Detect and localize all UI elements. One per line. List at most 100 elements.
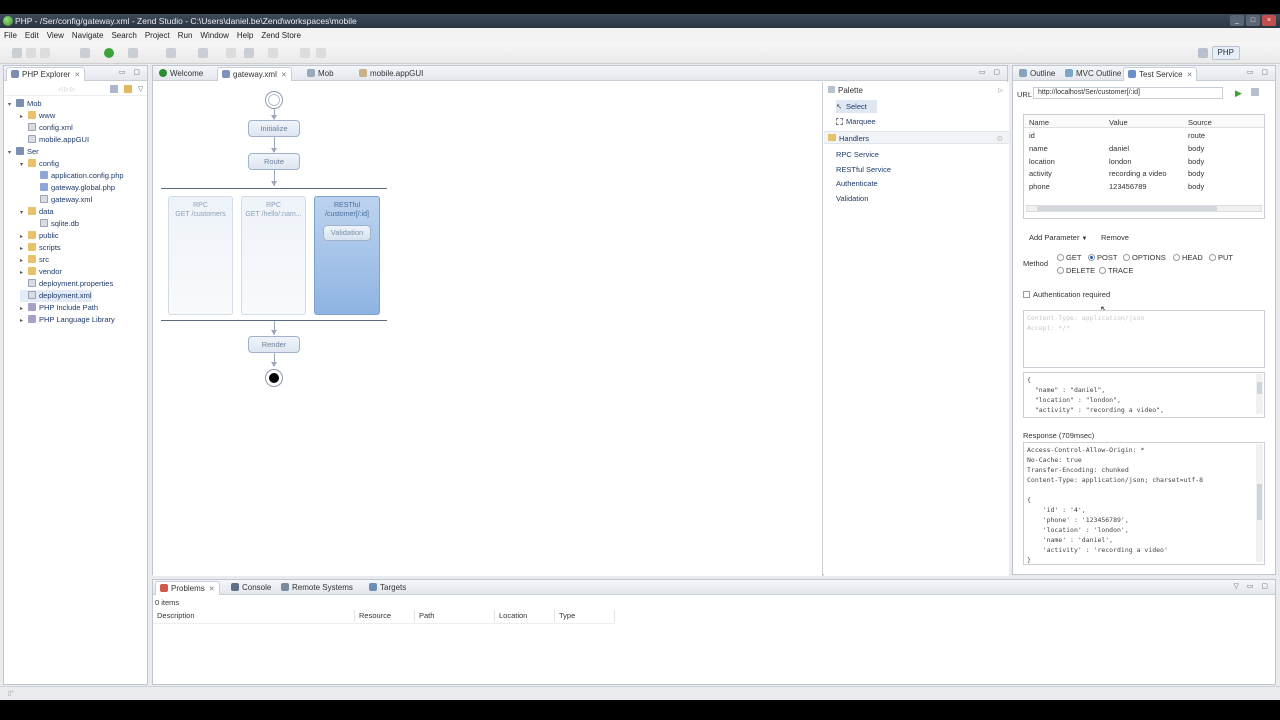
lane-rpc-hello[interactable]: RPC GET /hello/:nam... <box>241 196 306 315</box>
pin-icon[interactable] <box>198 48 208 58</box>
tree-item[interactable]: application.config.php <box>32 170 124 182</box>
tab-remote-systems[interactable]: Remote Systems <box>277 581 357 595</box>
close-icon[interactable]: ✕ <box>209 586 215 593</box>
tab-welcome[interactable]: Welcome <box>155 67 207 81</box>
palette-select-tool[interactable]: ↖ Select <box>836 100 877 113</box>
tree-item[interactable]: ▸ PHP Language Library <box>20 314 115 326</box>
param-source[interactable]: route <box>1188 131 1205 140</box>
maximize-button[interactable]: □ <box>1246 15 1260 26</box>
table-row[interactable]: phone 123456789 body <box>1024 180 1264 192</box>
tab-outline[interactable]: Outline <box>1015 67 1059 81</box>
method-post[interactable]: POST <box>1088 253 1117 262</box>
search-icon[interactable] <box>166 48 176 58</box>
checkbox[interactable] <box>1023 291 1030 298</box>
tree-item[interactable]: ▸ PHP Include Path <box>20 302 98 314</box>
minimize-maximize-icon[interactable]: ▭ ▢ <box>119 68 143 76</box>
param-value[interactable]: daniel <box>1109 144 1129 153</box>
debug-icon[interactable] <box>80 48 90 58</box>
tab-gateway-xml[interactable]: gateway.xml ✕ <box>217 67 292 81</box>
radio-post[interactable] <box>1088 254 1095 261</box>
view-menu-icon[interactable]: ▽ <box>138 85 143 93</box>
tree-item[interactable]: config.xml <box>20 122 73 134</box>
menu-zend-store[interactable]: Zend Store <box>257 31 305 40</box>
tree-item[interactable]: ▾ config <box>20 158 59 170</box>
url-field[interactable]: http://localhost/Ser/customer[/:id] <box>1033 87 1223 99</box>
method-get[interactable]: GET <box>1057 253 1081 262</box>
column-description[interactable]: Description <box>153 610 355 622</box>
lane-rpc-customers[interactable]: RPC GET /customers <box>168 196 233 315</box>
column-name[interactable]: Name <box>1029 118 1049 127</box>
end-node[interactable] <box>265 369 283 387</box>
expanded-icon[interactable]: ▾ <box>8 147 16 159</box>
forward-icon[interactable] <box>244 48 254 58</box>
save-all-icon[interactable] <box>40 48 50 58</box>
tree-item[interactable]: sqlite.db <box>32 218 79 230</box>
open-perspective-icon[interactable] <box>1197 47 1208 58</box>
add-parameter-button[interactable]: Add Parameter ▼ <box>1029 233 1088 242</box>
close-button[interactable]: × <box>1262 15 1276 26</box>
column-resource[interactable]: Resource <box>355 610 415 622</box>
param-source[interactable]: body <box>1188 157 1204 166</box>
scrollbar-thumb[interactable] <box>1257 382 1262 394</box>
column-source[interactable]: Source <box>1188 118 1212 127</box>
radio-put[interactable] <box>1209 254 1216 261</box>
param-name[interactable]: id <box>1029 131 1035 140</box>
tree-item[interactable]: ▸ public <box>20 230 59 242</box>
palette-rpc-service[interactable]: RPC Service <box>836 148 879 161</box>
menu-file[interactable]: File <box>0 31 21 40</box>
tab-php-explorer[interactable]: PHP Explorer ✕ <box>6 67 86 81</box>
remove-button[interactable]: Remove <box>1101 233 1129 242</box>
save-icon[interactable] <box>26 48 36 58</box>
close-icon[interactable]: ✕ <box>74 72 80 79</box>
palette-authenticate[interactable]: Authenticate <box>836 177 878 190</box>
next-icon[interactable] <box>268 48 278 58</box>
table-row[interactable]: location london body <box>1024 155 1264 167</box>
radio-delete[interactable] <box>1057 267 1064 274</box>
param-name[interactable]: activity <box>1029 169 1052 178</box>
scrollbar-thumb[interactable] <box>1037 206 1217 211</box>
radio-options[interactable] <box>1123 254 1130 261</box>
new-icon[interactable] <box>12 48 22 58</box>
column-location[interactable]: Location <box>495 610 555 622</box>
palette-restful-service[interactable]: RESTful Service <box>836 163 891 176</box>
tab-mob[interactable]: Mob <box>303 67 338 81</box>
tree-item[interactable]: ▾ data <box>20 206 54 218</box>
run-request-icon[interactable]: ▶ <box>1235 88 1242 99</box>
method-put[interactable]: PUT <box>1209 253 1233 262</box>
scrollbar-thumb[interactable] <box>1257 484 1262 520</box>
render-node[interactable]: Render <box>248 336 300 353</box>
menu-help[interactable]: Help <box>233 31 257 40</box>
close-icon[interactable]: ✕ <box>1187 72 1193 79</box>
collapsed-icon[interactable]: ▸ <box>20 315 28 327</box>
table-row[interactable]: id route <box>1024 129 1264 141</box>
table-row[interactable]: name daniel body <box>1024 142 1264 154</box>
tree-item[interactable]: deployment.properties <box>20 278 113 290</box>
authentication-checkbox[interactable]: Authentication required <box>1023 290 1110 299</box>
palette-collapse-icon[interactable]: ▷ <box>998 87 1003 94</box>
route-node[interactable]: Route <box>248 153 300 170</box>
param-source[interactable]: body <box>1188 182 1204 191</box>
back-icon[interactable] <box>226 48 236 58</box>
horizontal-scrollbar[interactable] <box>1026 205 1262 212</box>
param-value[interactable]: recording a video <box>1109 169 1167 178</box>
profile-icon[interactable] <box>128 48 138 58</box>
next-annotation-icon[interactable] <box>316 48 326 58</box>
perspective-php-button[interactable]: PHP <box>1211 45 1240 60</box>
column-value[interactable]: Value <box>1109 118 1128 127</box>
palette-marquee-tool[interactable]: Marquee <box>836 115 876 128</box>
column-path[interactable]: Path <box>415 610 495 622</box>
vertical-scrollbar[interactable] <box>1256 374 1263 414</box>
vertical-scrollbar[interactable] <box>1256 444 1263 562</box>
radio-trace[interactable] <box>1099 267 1106 274</box>
minimize-maximize-icon[interactable]: ▽ ▭ ▢ <box>1233 582 1271 590</box>
method-options[interactable]: OPTIONS <box>1123 253 1166 262</box>
validation-node[interactable]: Validation <box>323 225 371 241</box>
tree-item[interactable]: ▸ vendor <box>20 266 62 278</box>
menu-search[interactable]: Search <box>107 31 140 40</box>
tab-problems[interactable]: Problems ✕ <box>155 581 220 595</box>
request-body-field[interactable]: { "name" : "daniel", "location" : "londo… <box>1023 372 1265 418</box>
param-value[interactable]: 123456789 <box>1109 182 1147 191</box>
history-icon[interactable] <box>1251 88 1259 96</box>
tree-item[interactable]: ▾ Mob <box>8 98 42 110</box>
drawer-pin-icon[interactable]: ⊙ <box>997 132 1003 145</box>
